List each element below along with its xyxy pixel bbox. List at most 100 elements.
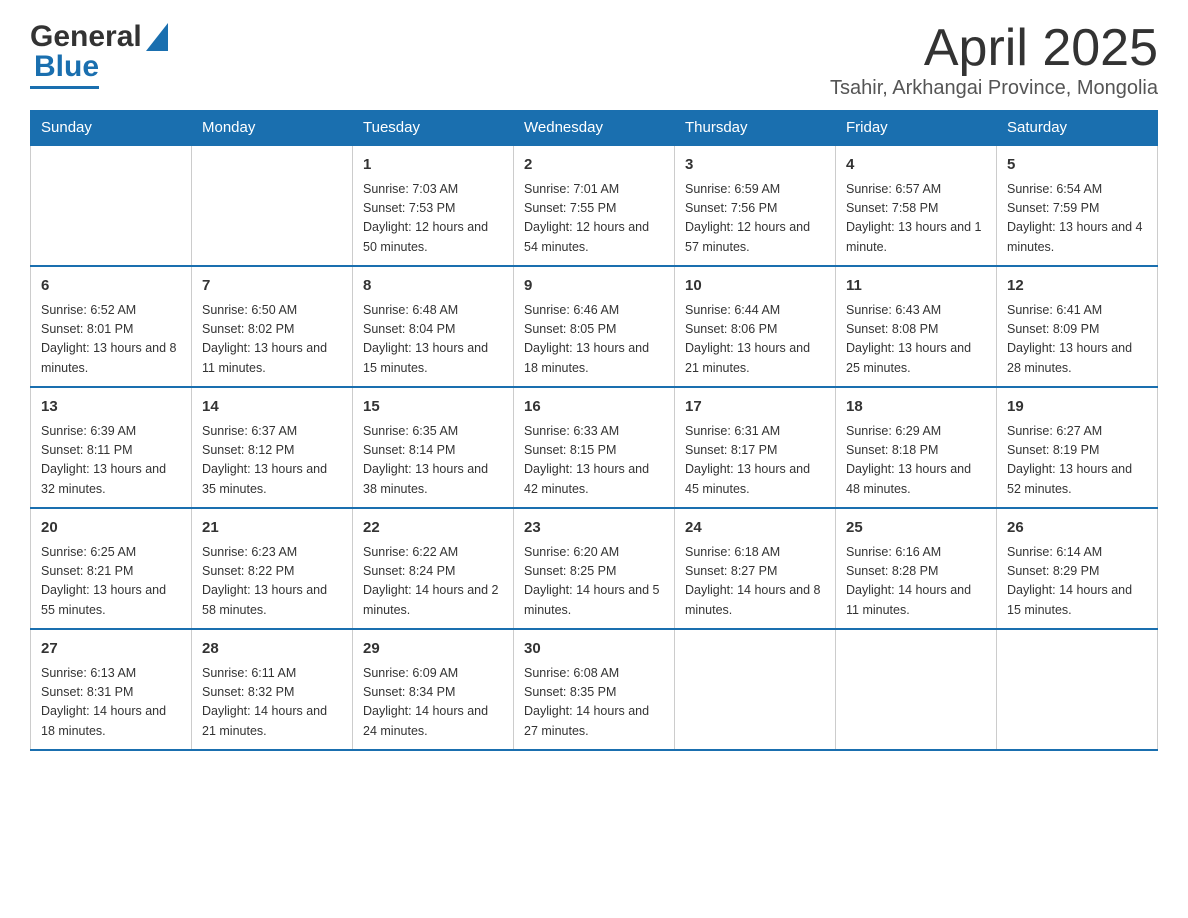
calendar-header-saturday: Saturday	[997, 111, 1158, 146]
day-info: Sunrise: 6:54 AMSunset: 7:59 PMDaylight:…	[1007, 180, 1147, 258]
page-header: General Blue April 2025 Tsahir, Arkhanga…	[30, 20, 1158, 100]
day-info: Sunrise: 6:33 AMSunset: 8:15 PMDaylight:…	[524, 422, 664, 500]
calendar-day-cell: 14Sunrise: 6:37 AMSunset: 8:12 PMDayligh…	[192, 387, 353, 508]
calendar-day-cell: 2 Sunrise: 7:01 AMSunset: 7:55 PMDaylight…	[514, 145, 675, 266]
calendar-table: SundayMondayTuesdayWednesdayThursdayFrid…	[30, 110, 1158, 751]
calendar-day-cell: 28Sunrise: 6:11 AMSunset: 8:32 PMDayligh…	[192, 629, 353, 750]
day-info: Sunrise: 6:08 AMSunset: 8:35 PMDaylight:…	[524, 664, 664, 742]
day-info: Sunrise: 6:35 AMSunset: 8:14 PMDaylight:…	[363, 422, 503, 500]
calendar-day-cell	[675, 629, 836, 750]
calendar-week-row: 13Sunrise: 6:39 AMSunset: 8:11 PMDayligh…	[31, 387, 1158, 508]
day-number: 12	[1007, 275, 1147, 298]
day-info: Sunrise: 6:52 AMSunset: 8:01 PMDaylight:…	[41, 301, 181, 379]
logo: General Blue	[30, 20, 168, 89]
day-info: Sunrise: 6:29 AMSunset: 8:18 PMDaylight:…	[846, 422, 986, 500]
calendar-day-cell	[192, 145, 353, 266]
calendar-day-cell: 12 Sunrise: 6:41 AMSunset: 8:09 PMDayligh…	[997, 266, 1158, 387]
day-info: Sunrise: 6:23 AMSunset: 8:22 PMDaylight:…	[202, 543, 342, 621]
calendar-day-cell: 11 Sunrise: 6:43 AMSunset: 8:08 PMDayligh…	[836, 266, 997, 387]
calendar-header-friday: Friday	[836, 111, 997, 146]
day-number: 9	[524, 275, 664, 298]
calendar-day-cell: 23Sunrise: 6:20 AMSunset: 8:25 PMDayligh…	[514, 508, 675, 629]
location-title: Tsahir, Arkhangai Province, Mongolia	[830, 77, 1158, 100]
calendar-day-cell: 15 Sunrise: 6:35 AMSunset: 8:14 PMDayligh…	[353, 387, 514, 508]
day-info: Sunrise: 6:46 AMSunset: 8:05 PMDaylight:…	[524, 301, 664, 379]
calendar-day-cell	[836, 629, 997, 750]
day-number: 30	[524, 638, 664, 661]
calendar-week-row: 1 Sunrise: 7:03 AMSunset: 7:53 PMDaylight…	[31, 145, 1158, 266]
calendar-header-monday: Monday	[192, 111, 353, 146]
day-number: 11	[846, 275, 986, 298]
day-info: Sunrise: 6:20 AMSunset: 8:25 PMDaylight:…	[524, 543, 664, 621]
day-number: 22	[363, 517, 503, 540]
calendar-day-cell: 10Sunrise: 6:44 AMSunset: 8:06 PMDayligh…	[675, 266, 836, 387]
day-info: Sunrise: 6:13 AMSunset: 8:31 PMDaylight:…	[41, 664, 181, 742]
calendar-day-cell	[997, 629, 1158, 750]
day-info: Sunrise: 6:27 AMSunset: 8:19 PMDaylight:…	[1007, 422, 1147, 500]
day-info: Sunrise: 6:25 AMSunset: 8:21 PMDaylight:…	[41, 543, 181, 621]
calendar-day-cell: 30 Sunrise: 6:08 AMSunset: 8:35 PMDayligh…	[514, 629, 675, 750]
day-number: 19	[1007, 396, 1147, 419]
calendar-day-cell: 26 Sunrise: 6:14 AMSunset: 8:29 PMDayligh…	[997, 508, 1158, 629]
day-number: 28	[202, 638, 342, 661]
calendar-day-cell: 4 Sunrise: 6:57 AMSunset: 7:58 PMDaylight…	[836, 145, 997, 266]
calendar-day-cell: 18 Sunrise: 6:29 AMSunset: 8:18 PMDayligh…	[836, 387, 997, 508]
day-number: 29	[363, 638, 503, 661]
calendar-day-cell: 3Sunrise: 6:59 AMSunset: 7:56 PMDaylight…	[675, 145, 836, 266]
day-number: 18	[846, 396, 986, 419]
calendar-day-cell: 5 Sunrise: 6:54 AMSunset: 7:59 PMDaylight…	[997, 145, 1158, 266]
day-info: Sunrise: 6:43 AMSunset: 8:08 PMDaylight:…	[846, 301, 986, 379]
day-info: Sunrise: 7:03 AMSunset: 7:53 PMDaylight:…	[363, 180, 503, 258]
day-info: Sunrise: 6:37 AMSunset: 8:12 PMDaylight:…	[202, 422, 342, 500]
day-number: 20	[41, 517, 181, 540]
calendar-day-cell: 22 Sunrise: 6:22 AMSunset: 8:24 PMDayligh…	[353, 508, 514, 629]
day-info: Sunrise: 6:22 AMSunset: 8:24 PMDaylight:…	[363, 543, 503, 621]
day-number: 25	[846, 517, 986, 540]
day-number: 26	[1007, 517, 1147, 540]
calendar-day-cell: 25 Sunrise: 6:16 AMSunset: 8:28 PMDayligh…	[836, 508, 997, 629]
day-number: 1	[363, 154, 503, 177]
day-number: 15	[363, 396, 503, 419]
calendar-day-cell: 1 Sunrise: 7:03 AMSunset: 7:53 PMDaylight…	[353, 145, 514, 266]
calendar-header-tuesday: Tuesday	[353, 111, 514, 146]
calendar-day-cell: 19 Sunrise: 6:27 AMSunset: 8:19 PMDayligh…	[997, 387, 1158, 508]
calendar-header-row: SundayMondayTuesdayWednesdayThursdayFrid…	[31, 111, 1158, 146]
calendar-week-row: 6 Sunrise: 6:52 AMSunset: 8:01 PMDaylight…	[31, 266, 1158, 387]
day-info: Sunrise: 6:48 AMSunset: 8:04 PMDaylight:…	[363, 301, 503, 379]
calendar-week-row: 20 Sunrise: 6:25 AMSunset: 8:21 PMDayligh…	[31, 508, 1158, 629]
day-info: Sunrise: 6:31 AMSunset: 8:17 PMDaylight:…	[685, 422, 825, 500]
calendar-header-sunday: Sunday	[31, 111, 192, 146]
month-title: April 2025	[830, 20, 1158, 77]
day-number: 6	[41, 275, 181, 298]
day-info: Sunrise: 7:01 AMSunset: 7:55 PMDaylight:…	[524, 180, 664, 258]
day-number: 7	[202, 275, 342, 298]
day-number: 27	[41, 638, 181, 661]
day-info: Sunrise: 6:39 AMSunset: 8:11 PMDaylight:…	[41, 422, 181, 500]
calendar-day-cell: 6 Sunrise: 6:52 AMSunset: 8:01 PMDaylight…	[31, 266, 192, 387]
day-info: Sunrise: 6:16 AMSunset: 8:28 PMDaylight:…	[846, 543, 986, 621]
calendar-week-row: 27 Sunrise: 6:13 AMSunset: 8:31 PMDayligh…	[31, 629, 1158, 750]
calendar-day-cell: 24Sunrise: 6:18 AMSunset: 8:27 PMDayligh…	[675, 508, 836, 629]
logo-blue: Blue	[34, 50, 99, 83]
logo-triangle-icon	[146, 23, 168, 51]
calendar-day-cell: 20 Sunrise: 6:25 AMSunset: 8:21 PMDayligh…	[31, 508, 192, 629]
day-info: Sunrise: 6:50 AMSunset: 8:02 PMDaylight:…	[202, 301, 342, 379]
calendar-day-cell: 21 Sunrise: 6:23 AMSunset: 8:22 PMDayligh…	[192, 508, 353, 629]
day-number: 21	[202, 517, 342, 540]
calendar-day-cell: 29Sunrise: 6:09 AMSunset: 8:34 PMDayligh…	[353, 629, 514, 750]
day-info: Sunrise: 6:14 AMSunset: 8:29 PMDaylight:…	[1007, 543, 1147, 621]
day-number: 10	[685, 275, 825, 298]
day-info: Sunrise: 6:41 AMSunset: 8:09 PMDaylight:…	[1007, 301, 1147, 379]
day-number: 2	[524, 154, 664, 177]
calendar-day-cell	[31, 145, 192, 266]
day-number: 24	[685, 517, 825, 540]
day-info: Sunrise: 6:57 AMSunset: 7:58 PMDaylight:…	[846, 180, 986, 258]
calendar-day-cell: 17Sunrise: 6:31 AMSunset: 8:17 PMDayligh…	[675, 387, 836, 508]
calendar-day-cell: 16 Sunrise: 6:33 AMSunset: 8:15 PMDayligh…	[514, 387, 675, 508]
day-number: 4	[846, 154, 986, 177]
calendar-day-cell: 9 Sunrise: 6:46 AMSunset: 8:05 PMDaylight…	[514, 266, 675, 387]
day-number: 5	[1007, 154, 1147, 177]
day-number: 16	[524, 396, 664, 419]
calendar-day-cell: 7 Sunrise: 6:50 AMSunset: 8:02 PMDaylight…	[192, 266, 353, 387]
calendar-day-cell: 8Sunrise: 6:48 AMSunset: 8:04 PMDaylight…	[353, 266, 514, 387]
